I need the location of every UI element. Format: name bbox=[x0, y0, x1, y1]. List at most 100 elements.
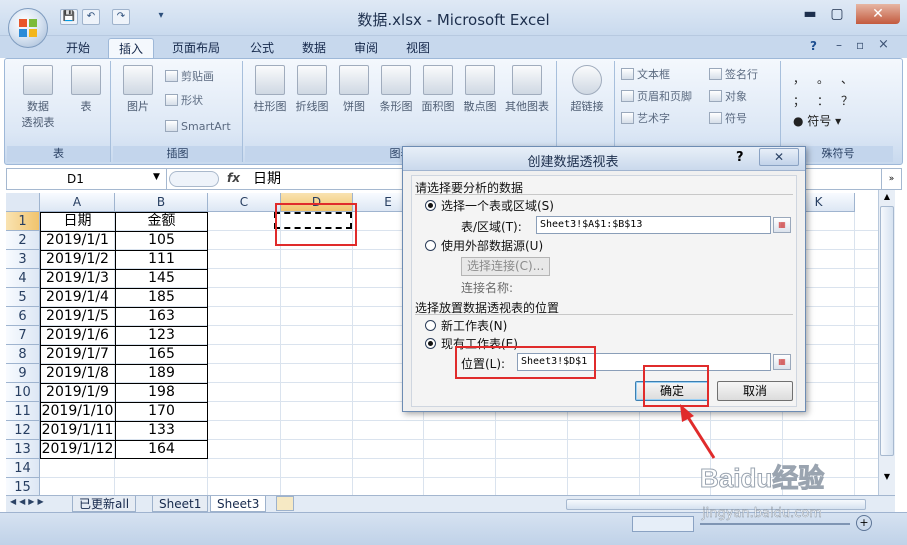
dialog-help-icon[interactable]: ? bbox=[736, 150, 744, 165]
view-buttons[interactable] bbox=[632, 516, 694, 532]
symbol-colon[interactable]: ： bbox=[817, 91, 829, 111]
expand-formula-bar-icon[interactable]: » bbox=[881, 169, 901, 189]
symbol-period[interactable]: 。 bbox=[817, 69, 829, 89]
table-row-border bbox=[41, 269, 207, 270]
row-header-10[interactable]: 10 bbox=[6, 383, 40, 402]
workbook-restore-button[interactable]: ▫ bbox=[856, 38, 864, 52]
radio-existing-sheet[interactable] bbox=[425, 338, 436, 349]
row-header-4[interactable]: 4 bbox=[6, 269, 40, 288]
radio-external-source[interactable] bbox=[425, 240, 436, 251]
zoom-in-icon[interactable]: + bbox=[856, 515, 872, 531]
row-header-9[interactable]: 9 bbox=[6, 364, 40, 383]
row-header-2[interactable]: 2 bbox=[6, 231, 40, 250]
help-icon[interactable]: ? bbox=[810, 39, 817, 53]
row-header-15[interactable]: 15 bbox=[6, 478, 40, 496]
signature-icon bbox=[709, 68, 722, 80]
symbol-enumeration-comma[interactable]: 、 bbox=[841, 69, 853, 89]
radio-new-sheet[interactable] bbox=[425, 320, 436, 331]
object-button[interactable]: 对象 bbox=[709, 87, 747, 107]
pie-chart-button[interactable]: 饼图 bbox=[333, 65, 375, 115]
select-all-corner[interactable] bbox=[6, 193, 40, 212]
location-collapse-icon[interactable]: ▦ bbox=[773, 354, 791, 370]
tab-formulas[interactable]: 公式 bbox=[240, 38, 284, 58]
line-chart-button[interactable]: 折线图 bbox=[291, 65, 333, 115]
zoom-slider[interactable] bbox=[700, 523, 850, 525]
formula-bar-handle[interactable] bbox=[169, 171, 219, 187]
sheet-tab-sheet3[interactable]: Sheet3 bbox=[210, 496, 267, 512]
vertical-scrollbar[interactable]: ▲ ▼ bbox=[878, 190, 895, 495]
office-button[interactable] bbox=[8, 8, 48, 48]
table-row-border bbox=[41, 364, 207, 365]
column-header-b[interactable]: B bbox=[115, 193, 208, 212]
row-header-12[interactable]: 12 bbox=[6, 421, 40, 440]
range-input[interactable]: Sheet3!$A$1:$B$13 bbox=[536, 216, 771, 234]
option-new-sheet[interactable]: 新工作表(N) bbox=[441, 317, 507, 334]
row-header-13[interactable]: 13 bbox=[6, 440, 40, 459]
row-header-8[interactable]: 8 bbox=[6, 345, 40, 364]
wordart-button[interactable]: 艺术字 bbox=[621, 109, 670, 129]
symbol-question[interactable]: ？ bbox=[841, 91, 853, 111]
sheet-nav-icon[interactable]: ◀◀▶▶ bbox=[10, 497, 47, 506]
tab-page-layout[interactable]: 页面布局 bbox=[162, 38, 230, 58]
dialog-close-button[interactable]: ✕ bbox=[759, 148, 799, 166]
option-select-table[interactable]: 选择一个表或区域(S) bbox=[441, 197, 554, 214]
area-chart-button[interactable]: 面积图 bbox=[417, 65, 459, 115]
other-charts-button[interactable]: 其他图表 bbox=[501, 65, 553, 115]
formula-content[interactable]: 日期 bbox=[253, 169, 281, 189]
sheet-tab-updated[interactable]: 已更新all bbox=[72, 496, 137, 512]
range-collapse-icon[interactable]: ▦ bbox=[773, 217, 791, 233]
symbol-comma[interactable]: ， bbox=[793, 69, 805, 89]
scroll-up-icon[interactable]: ▲ bbox=[880, 192, 894, 202]
cancel-button[interactable]: 取消 bbox=[717, 381, 793, 401]
bar-chart-button[interactable]: 条形图 bbox=[375, 65, 417, 115]
tab-home[interactable]: 开始 bbox=[56, 38, 100, 58]
symbol-button[interactable]: 符号 bbox=[709, 109, 747, 129]
annotation-box-d1 bbox=[275, 203, 357, 246]
column-header-a[interactable]: A bbox=[40, 193, 115, 212]
name-box[interactable]: D1 bbox=[7, 169, 167, 189]
symbol-semicolon[interactable]: ； bbox=[793, 91, 805, 111]
workbook-close-button[interactable]: × bbox=[878, 37, 889, 52]
insert-sheet-icon[interactable] bbox=[276, 496, 294, 511]
sheet-tab-sheet1[interactable]: Sheet1 bbox=[152, 496, 209, 512]
row-header-11[interactable]: 11 bbox=[6, 402, 40, 421]
shapes-button[interactable]: 形状 bbox=[165, 91, 203, 111]
header-footer-icon bbox=[621, 90, 634, 102]
row-header-3[interactable]: 3 bbox=[6, 250, 40, 269]
scroll-thumb[interactable] bbox=[880, 206, 894, 456]
textbox-button[interactable]: 文本框 bbox=[621, 65, 670, 85]
wordart-icon bbox=[621, 112, 634, 124]
row-header-7[interactable]: 7 bbox=[6, 326, 40, 345]
tab-insert[interactable]: 插入 bbox=[108, 38, 155, 58]
option-external-source[interactable]: 使用外部数据源(U) bbox=[441, 237, 543, 254]
pivot-table-button[interactable]: 数据 透视表 bbox=[13, 65, 63, 131]
minimize-button[interactable]: ▬ bbox=[795, 4, 825, 24]
signature-line-button[interactable]: 签名行 bbox=[709, 65, 758, 85]
table-row-border bbox=[41, 231, 207, 232]
close-button[interactable]: ✕ bbox=[856, 4, 900, 24]
restore-button[interactable]: ▢ bbox=[822, 4, 852, 24]
name-box-dropdown-icon[interactable]: ▼ bbox=[153, 172, 160, 182]
tab-data[interactable]: 数据 bbox=[292, 38, 336, 58]
special-symbol-button[interactable]: ● 符号 ▾ bbox=[793, 111, 841, 131]
row-header-1[interactable]: 1 bbox=[6, 212, 40, 231]
fx-icon[interactable]: fx bbox=[227, 171, 240, 185]
smartart-button[interactable]: SmartArt bbox=[165, 117, 231, 137]
picture-button[interactable]: 图片 bbox=[117, 65, 159, 115]
scatter-chart-button[interactable]: 散点图 bbox=[459, 65, 501, 115]
hyperlink-button[interactable]: 超链接 bbox=[563, 65, 611, 115]
column-chart-button[interactable]: 柱形图 bbox=[249, 65, 291, 115]
tab-review[interactable]: 审阅 bbox=[344, 38, 388, 58]
row-header-14[interactable]: 14 bbox=[6, 459, 40, 478]
tab-view[interactable]: 视图 bbox=[396, 38, 440, 58]
scroll-down-icon[interactable]: ▼ bbox=[880, 472, 894, 482]
workbook-minimize-button[interactable]: – bbox=[836, 38, 842, 52]
choose-connection-button: 选择连接(C)... bbox=[461, 257, 551, 276]
table-button[interactable]: 表 bbox=[65, 65, 107, 115]
radio-select-table[interactable] bbox=[425, 200, 436, 211]
row-header-5[interactable]: 5 bbox=[6, 288, 40, 307]
clipart-button[interactable]: 剪贴画 bbox=[165, 67, 214, 87]
column-header-c[interactable]: C bbox=[208, 193, 281, 212]
row-header-6[interactable]: 6 bbox=[6, 307, 40, 326]
header-footer-button[interactable]: 页眉和页脚 bbox=[621, 87, 692, 107]
